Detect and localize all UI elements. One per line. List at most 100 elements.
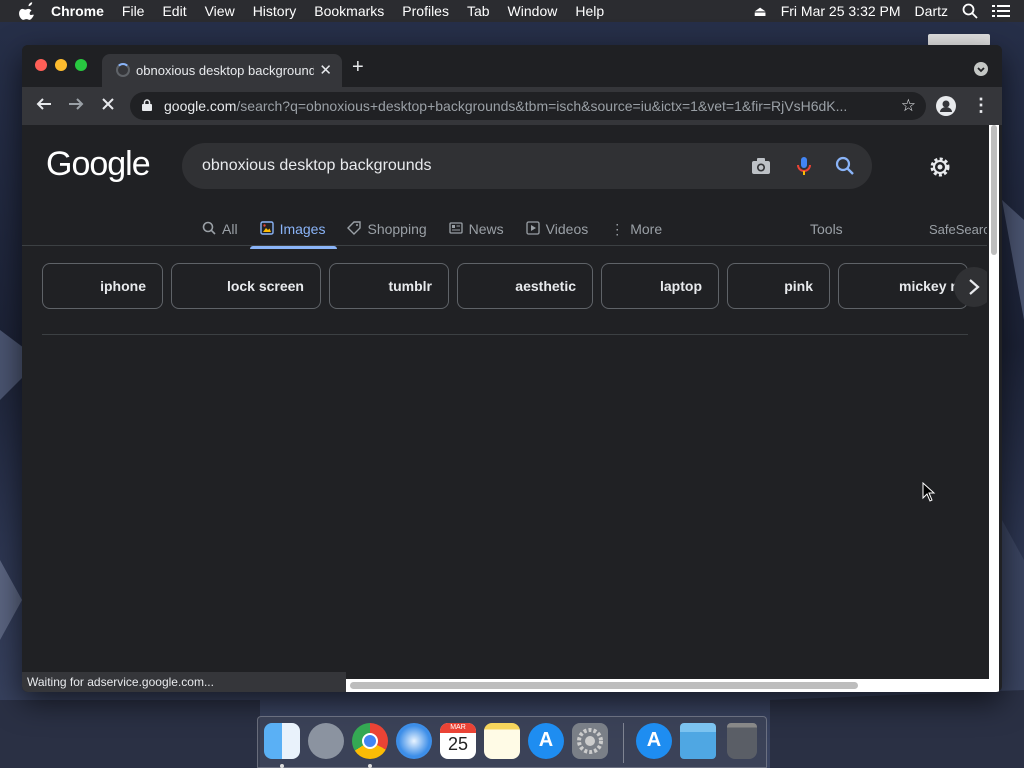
calendar-day: 25 <box>447 734 469 754</box>
chip-lock-screen[interactable]: lock screen <box>171 263 321 309</box>
lock-icon[interactable] <box>142 99 152 111</box>
safari-icon[interactable] <box>396 723 432 759</box>
stop-loading-button[interactable] <box>97 95 119 117</box>
running-indicator <box>280 764 284 768</box>
downloads-folder-icon[interactable] <box>680 723 716 759</box>
trash-icon[interactable] <box>727 723 757 759</box>
chip-tumblr[interactable]: tumblr <box>329 263 449 309</box>
tab-videos-label: Videos <box>545 221 589 237</box>
control-center-icon[interactable] <box>992 4 1010 18</box>
eject-icon[interactable]: ⏏ <box>753 3 766 20</box>
search-query[interactable]: obnoxious desktop backgrounds <box>202 157 432 175</box>
chip-pink[interactable]: pink <box>727 263 830 309</box>
menu-bookmarks[interactable]: Bookmarks <box>314 3 384 19</box>
app-store-icon[interactable]: A <box>528 723 564 759</box>
url-path: /search?q=obnoxious+desktop+backgrounds&… <box>236 98 848 114</box>
tab-videos[interactable]: Videos <box>526 213 589 245</box>
menu-edit[interactable]: Edit <box>162 3 186 19</box>
bookmark-star-icon[interactable]: ☆ <box>901 96 916 116</box>
vertical-scroll-thumb[interactable] <box>991 125 997 255</box>
tab-search-button[interactable] <box>974 62 988 76</box>
tab-images-label: Images <box>279 221 326 237</box>
back-button[interactable] <box>33 95 55 117</box>
menu-help[interactable]: Help <box>575 3 604 19</box>
image-icon <box>259 220 274 238</box>
safesearch-button[interactable]: SafeSearch <box>929 222 987 237</box>
notes-icon[interactable] <box>484 723 520 759</box>
chevron-down-icon <box>977 67 985 73</box>
menu-user[interactable]: Dartz <box>915 3 948 19</box>
chip-mickey[interactable]: mickey r <box>838 263 968 309</box>
close-icon <box>102 98 114 110</box>
tab-more[interactable]: ⋮ More <box>610 213 662 245</box>
url-text[interactable]: google.com/search?q=obnoxious+desktop+ba… <box>164 98 884 114</box>
chip-aesthetic[interactable]: aesthetic <box>457 263 593 309</box>
spotlight-search-icon[interactable] <box>962 3 978 19</box>
tab-news[interactable]: News <box>449 213 504 245</box>
finder-icon[interactable] <box>264 723 300 759</box>
tab-shopping-label: Shopping <box>367 221 427 237</box>
search-icon <box>202 221 216 238</box>
loading-spinner-icon <box>116 63 130 77</box>
arrow-left-icon <box>36 98 51 110</box>
person-icon <box>940 100 952 112</box>
search-icon[interactable] <box>834 155 856 177</box>
chips-next-button[interactable] <box>954 267 987 307</box>
tools-button[interactable]: Tools <box>810 221 843 237</box>
close-tab-icon[interactable]: ✕ <box>319 61 332 79</box>
search-box[interactable]: obnoxious desktop backgrounds <box>182 143 872 189</box>
app-store-download-icon[interactable]: A <box>636 723 672 759</box>
system-preferences-icon[interactable] <box>572 723 608 759</box>
menu-view[interactable]: View <box>205 3 235 19</box>
minimize-window-button[interactable] <box>55 59 67 71</box>
google-logo[interactable]: Google <box>46 145 151 184</box>
menu-bar: Chrome File Edit View History Bookmarks … <box>0 0 1024 22</box>
microphone-icon[interactable] <box>793 155 815 177</box>
forward-button[interactable] <box>65 95 87 117</box>
chrome-icon[interactable] <box>352 723 388 759</box>
tab-all[interactable]: All <box>202 213 238 245</box>
chips-divider <box>42 334 968 335</box>
launchpad-icon[interactable] <box>308 723 344 759</box>
chip-laptop[interactable]: laptop <box>601 263 719 309</box>
calendar-icon[interactable]: MAR 25 <box>440 723 476 759</box>
news-icon <box>449 221 463 238</box>
tab-shopping[interactable]: Shopping <box>347 213 427 245</box>
chrome-menu-button[interactable]: ⋮ <box>972 95 990 116</box>
dock: MAR 25 A A <box>257 716 767 768</box>
tab-title: obnoxious desktop background <box>136 63 314 78</box>
horizontal-scrollbar[interactable] <box>346 679 989 692</box>
url-host: google.com <box>164 98 237 114</box>
vertical-scrollbar[interactable] <box>989 125 999 692</box>
close-window-button[interactable] <box>35 59 47 71</box>
address-bar[interactable]: google.com/search?q=obnoxious+desktop+ba… <box>130 92 926 120</box>
search-tabs: All Images Shopping News Videos ⋮ More <box>202 213 684 249</box>
profile-avatar-button[interactable] <box>936 96 956 116</box>
menu-clock[interactable]: Fri Mar 25 3:32 PM <box>781 3 901 19</box>
dock-separator <box>623 723 624 763</box>
new-tab-button[interactable]: + <box>352 57 364 77</box>
tab-images[interactable]: Images <box>249 213 338 249</box>
gear-icon[interactable] <box>928 155 952 179</box>
horizontal-scroll-thumb[interactable] <box>350 682 858 689</box>
browser-tab[interactable]: obnoxious desktop background ✕ <box>102 54 342 87</box>
arrow-right-icon <box>69 98 84 110</box>
header-divider <box>22 245 987 246</box>
apple-menu-icon[interactable] <box>19 2 37 20</box>
tab-news-label: News <box>468 221 504 237</box>
camera-icon[interactable] <box>750 155 772 177</box>
menu-window[interactable]: Window <box>508 3 558 19</box>
menu-history[interactable]: History <box>253 3 297 19</box>
menu-app-name[interactable]: Chrome <box>51 3 104 19</box>
tab-strip: obnoxious desktop background ✕ + <box>22 45 1002 87</box>
chip-iphone[interactable]: iphone <box>42 263 163 309</box>
chevron-right-icon <box>969 279 980 295</box>
tab-all-label: All <box>222 221 238 237</box>
menu-profiles[interactable]: Profiles <box>402 3 449 19</box>
menu-tab[interactable]: Tab <box>467 3 490 19</box>
menu-file[interactable]: File <box>122 3 145 19</box>
zoom-window-button[interactable] <box>75 59 87 71</box>
google-apps-menu-icon[interactable]: ⋮ <box>980 153 987 179</box>
tag-icon <box>347 220 362 238</box>
mouse-cursor-icon <box>922 482 936 502</box>
